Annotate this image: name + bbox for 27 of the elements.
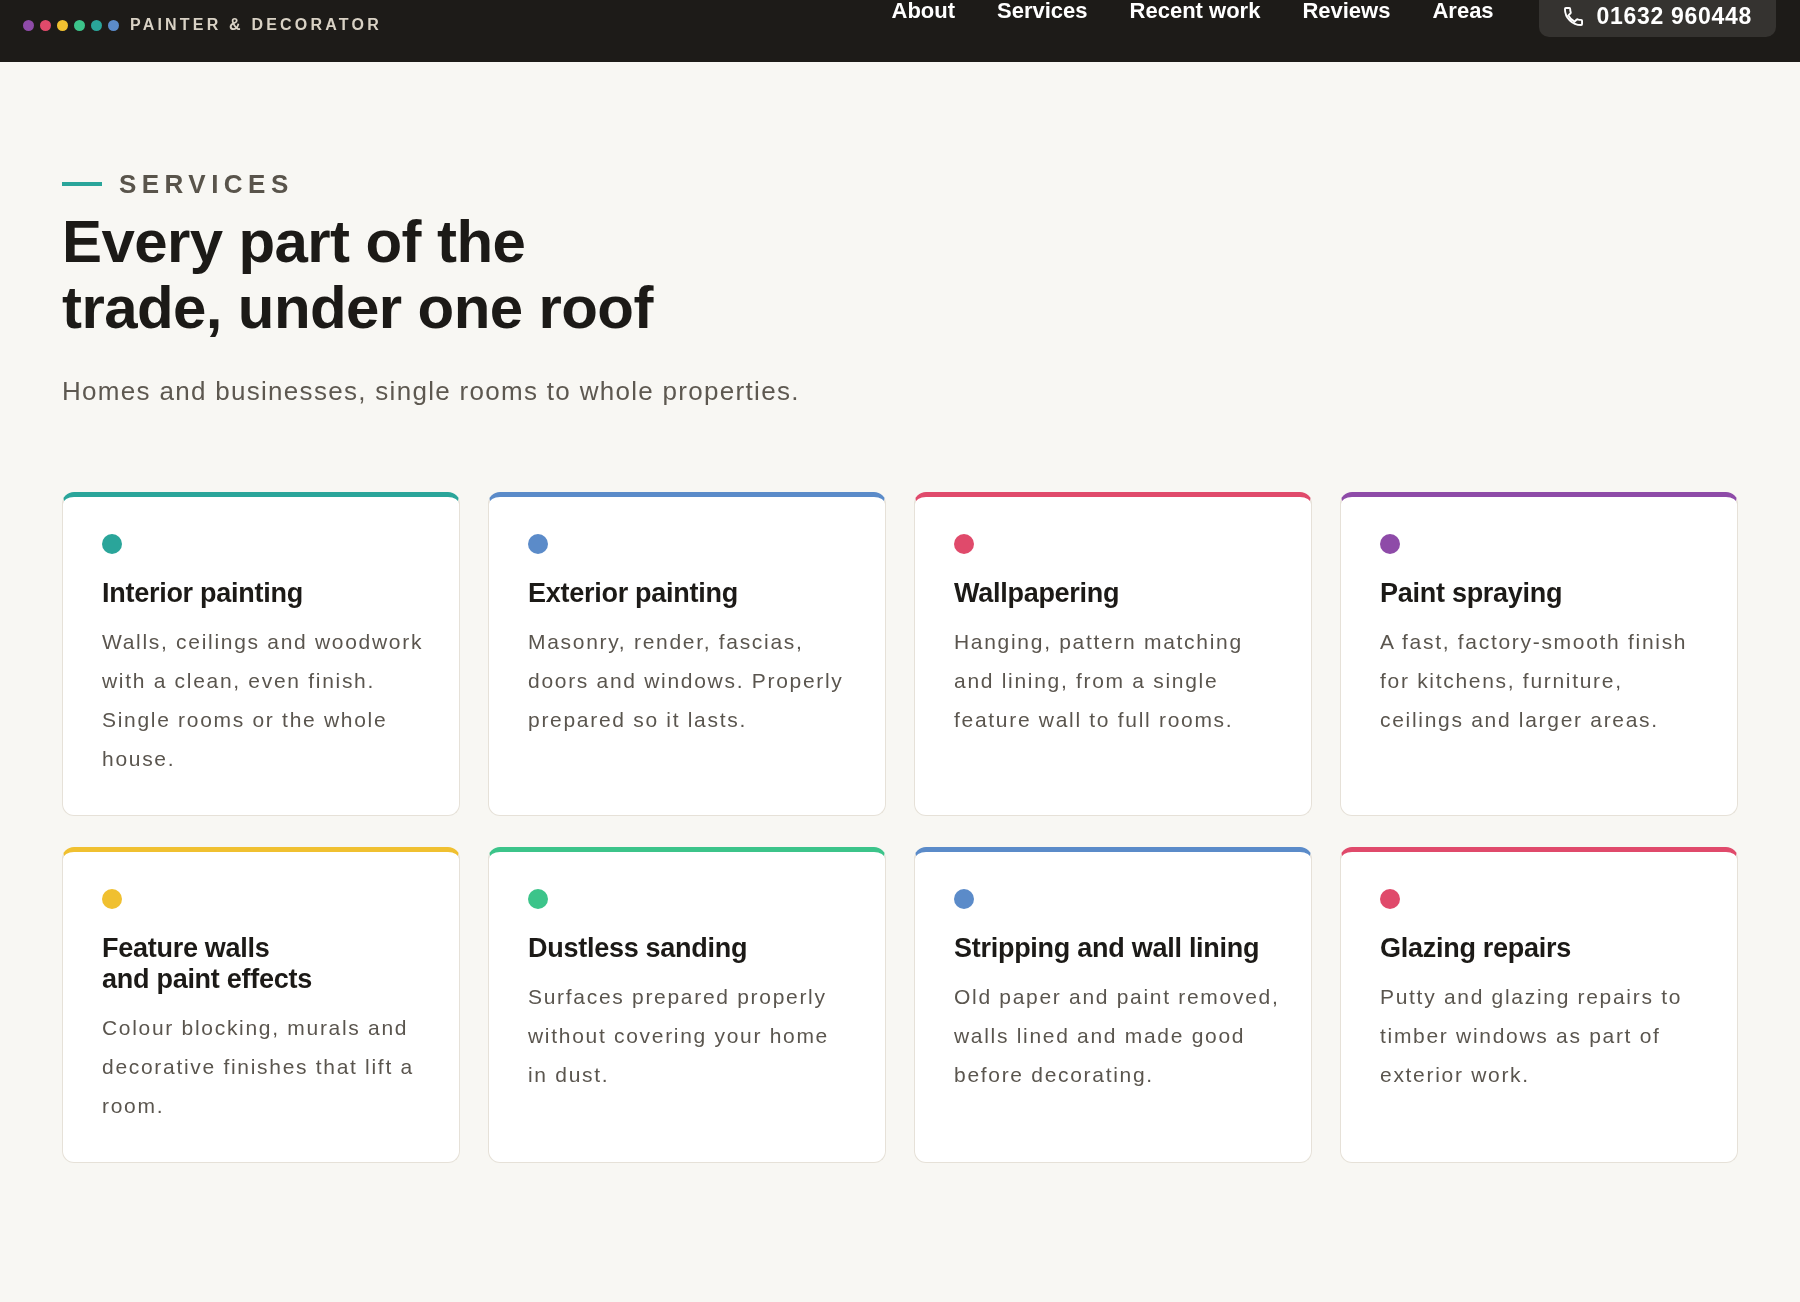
card-description: Colour blocking, murals and decorative finishes that lift a room. — [102, 1015, 415, 1119]
phone-button[interactable]: 01632 960448 — [1538, 0, 1776, 37]
nav-link[interactable]: Services — [997, 0, 1088, 22]
card-description: Surfaces prepared properly without covering your home in dust. — [528, 984, 830, 1088]
nav-link[interactable]: Areas — [1432, 0, 1494, 22]
section-label: SERVICES — [119, 169, 294, 199]
phone-icon — [1563, 7, 1583, 26]
section-subtitle: Homes and businesses, single rooms to whole properties. — [62, 375, 801, 407]
card-description: Hanging, pattern matching and lining, from a single feature wall to full rooms. — [954, 629, 1244, 733]
card-title: Glazing repairs — [1380, 933, 1572, 964]
card-title: Stripping and wall lining — [954, 933, 1261, 964]
card-description: Masonry, render, fascias, doors and windows. Properly prepared so it lasts. — [528, 629, 845, 733]
nav-link[interactable]: About — [891, 0, 956, 22]
nav-link[interactable]: Reviews — [1302, 0, 1391, 22]
card-title: Wallpapering — [954, 578, 1121, 609]
nav-link[interactable]: Recent work — [1129, 0, 1261, 22]
card-title: Interior painting — [102, 578, 304, 609]
card-title: Dustless sanding — [528, 933, 749, 964]
card-description: Walls, ceilings and woodwork with a clean, even finish. Single rooms or the whole house. — [102, 629, 425, 772]
card-title: Feature walls and paint effects — [102, 933, 313, 995]
card-description: Putty and glazing repairs to timber windows as part of exterior work. — [1380, 984, 1684, 1088]
card-title: Exterior painting — [528, 578, 739, 609]
card-description: A fast, factory-smooth finish for kitchens, furniture, ceilings and larger areas. — [1380, 629, 1689, 733]
card-title: Paint spraying — [1380, 578, 1564, 609]
card-description: Old paper and paint removed, walls lined and made good before decorating. — [954, 984, 1281, 1088]
section-heading: Every part of the trade, under one roof — [62, 209, 655, 341]
logo-text[interactable]: PAINTER & DECORATOR — [130, 16, 382, 34]
